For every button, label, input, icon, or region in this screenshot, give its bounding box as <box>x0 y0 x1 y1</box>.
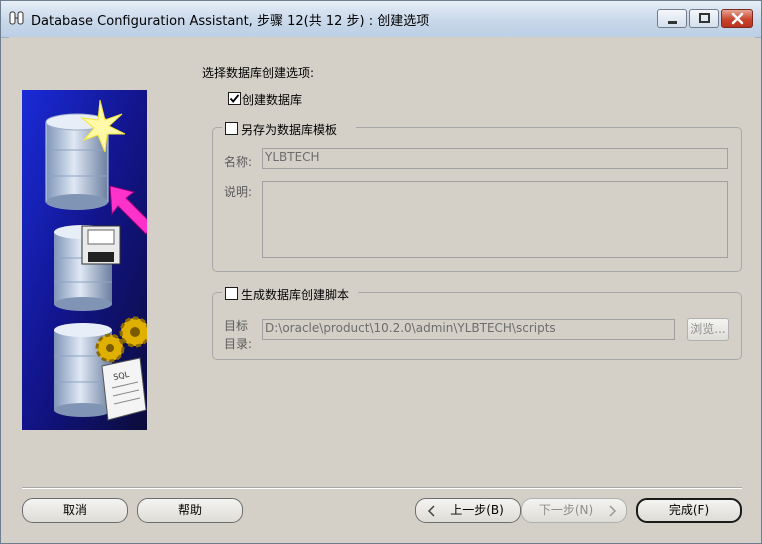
template-description-input[interactable] <box>262 181 728 258</box>
template-description-label: 说明: <box>224 185 253 199</box>
options-heading: 选择数据库创建选项: <box>202 66 315 80</box>
footer-separator <box>22 487 742 489</box>
browse-button[interactable]: 浏览... <box>687 318 729 341</box>
generate-script-label: 生成数据库创建脚本 <box>241 288 350 302</box>
next-button[interactable]: 下一步(N) <box>521 498 627 523</box>
maximize-icon <box>699 13 710 23</box>
minimize-icon <box>668 21 677 24</box>
save-as-template-checkbox[interactable] <box>225 122 238 135</box>
dialog-body: SQL 选择数据库创建选项: 创建数据库 另存为数据库模板 名称: YLBTEC… <box>9 37 755 537</box>
template-group-header: 另存为数据库模板 <box>222 120 356 137</box>
script-dir-label-line1: 目标 <box>224 319 249 333</box>
save-as-template-label: 另存为数据库模板 <box>241 123 338 137</box>
template-name-input[interactable]: YLBTECH <box>262 148 728 169</box>
finish-button[interactable]: 完成(F) <box>636 498 742 523</box>
back-button-label: 上一步(B) <box>450 503 504 517</box>
checkmark-icon <box>229 94 240 103</box>
database-app-icon <box>9 10 25 26</box>
database-illustration: SQL <box>22 90 147 430</box>
chevron-left-icon <box>427 505 435 517</box>
cancel-button[interactable]: 取消 <box>22 498 128 523</box>
generate-script-checkbox[interactable] <box>225 287 238 300</box>
template-name-label: 名称: <box>224 155 253 169</box>
minimize-button[interactable] <box>657 9 687 28</box>
dbca-window: Database Configuration Assistant, 步骤 12(… <box>0 0 762 544</box>
create-database-label: 创建数据库 <box>242 93 303 107</box>
window-title: Database Configuration Assistant, 步骤 12(… <box>31 14 430 29</box>
help-button[interactable]: 帮助 <box>137 498 243 523</box>
script-directory-input[interactable]: D:\oracle\product\10.2.0\admin\YLBTECH\s… <box>262 319 675 340</box>
maximize-button[interactable] <box>689 9 719 28</box>
next-button-label: 下一步(N) <box>538 503 594 517</box>
title-bar[interactable]: Database Configuration Assistant, 步骤 12(… <box>1 1 761 38</box>
close-icon <box>731 12 744 25</box>
script-group-header: 生成数据库创建脚本 <box>222 285 358 302</box>
chevron-right-icon <box>609 505 617 517</box>
back-button[interactable]: 上一步(B) <box>415 498 521 523</box>
script-dir-label-line2: 目录: <box>224 337 253 351</box>
create-database-checkbox[interactable] <box>228 92 241 105</box>
close-button[interactable] <box>721 9 753 28</box>
